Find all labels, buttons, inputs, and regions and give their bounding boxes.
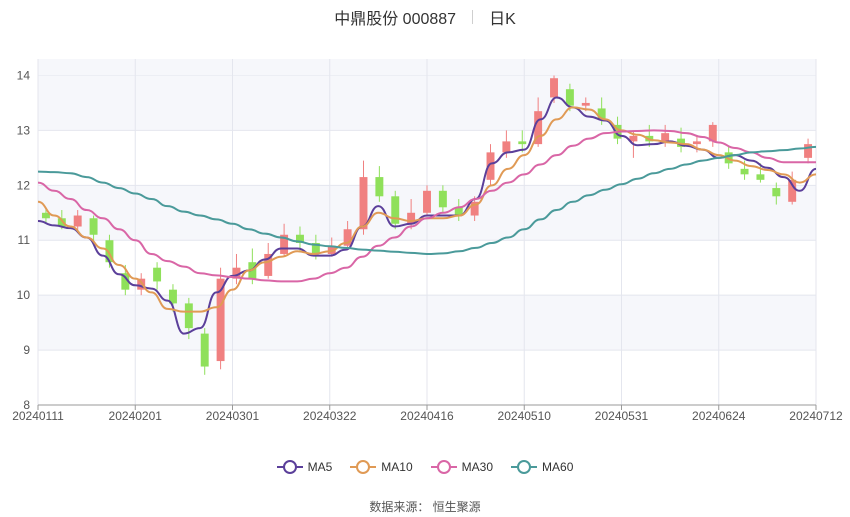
- candle-body: [153, 267, 162, 282]
- y-tick-label: 9: [23, 343, 30, 357]
- candle-body: [184, 303, 193, 329]
- candle-body: [772, 188, 781, 197]
- candle-body: [740, 168, 749, 175]
- x-tick-label: 20240624: [692, 409, 746, 423]
- data-source: 数据来源： 恒生聚源: [0, 498, 850, 515]
- candle-body: [518, 141, 527, 145]
- y-tick-label: 10: [17, 288, 31, 302]
- legend-item-ma60[interactable]: MA60: [511, 458, 573, 476]
- candle-body: [73, 215, 82, 227]
- x-tick-label: 20240510: [498, 409, 552, 423]
- data-source-value: 恒生聚源: [432, 500, 481, 514]
- x-tick-label: 20240301: [206, 409, 260, 423]
- candle-body: [502, 141, 511, 153]
- candle-body: [565, 89, 574, 106]
- candlestick-chart: 891011121314 20240111 20240201 20240301 202…: [12, 59, 843, 423]
- legend-label-ma60: MA60: [542, 460, 574, 474]
- x-tick-label: 20240531: [595, 409, 649, 423]
- candle-body: [423, 190, 431, 213]
- data-source-label: 数据来源：: [369, 500, 430, 514]
- x-axis: 20240111 20240201 20240301 20240322 20240416…: [12, 404, 843, 423]
- candle-body: [200, 333, 209, 367]
- candle-body: [391, 196, 400, 224]
- y-axis: 891011121314: [17, 68, 31, 412]
- legend: MA5 MA10 MA30 MA60: [0, 458, 850, 476]
- legend-swatch-ma5: [276, 460, 303, 474]
- y-tick-label: 11: [18, 233, 31, 247]
- y-tick-label: 12: [17, 178, 31, 192]
- legend-label-ma30: MA30: [461, 460, 494, 474]
- candle-body: [581, 102, 590, 106]
- x-tick-label: 20240111: [12, 409, 64, 423]
- x-tick-label: 20240201: [109, 409, 163, 423]
- candle-body: [661, 133, 670, 142]
- x-tick-label: 20240712: [789, 409, 843, 423]
- legend-label-ma10: MA10: [381, 460, 413, 474]
- candle-body: [692, 141, 701, 145]
- legend-swatch-ma10: [350, 460, 377, 474]
- candle-body: [89, 218, 98, 235]
- legend-label-ma5: MA5: [307, 460, 333, 474]
- x-tick-label: 20240416: [400, 409, 454, 423]
- legend-item-ma10[interactable]: MA10: [350, 458, 413, 476]
- candle-body: [756, 174, 765, 180]
- y-tick-label: 13: [17, 123, 31, 137]
- grid: [37, 59, 817, 406]
- legend-item-ma5[interactable]: MA5: [276, 458, 333, 476]
- legend-swatch-ma60: [511, 460, 538, 474]
- candle-body: [438, 190, 447, 208]
- legend-item-ma30[interactable]: MA30: [430, 458, 494, 476]
- candle-body: [550, 78, 558, 98]
- y-tick-label: 14: [17, 68, 31, 82]
- candle-body: [359, 177, 368, 230]
- x-tick-label: 20240322: [303, 409, 357, 423]
- candle-body: [804, 144, 813, 158]
- candle-body: [375, 177, 384, 197]
- legend-swatch-ma30: [430, 460, 457, 474]
